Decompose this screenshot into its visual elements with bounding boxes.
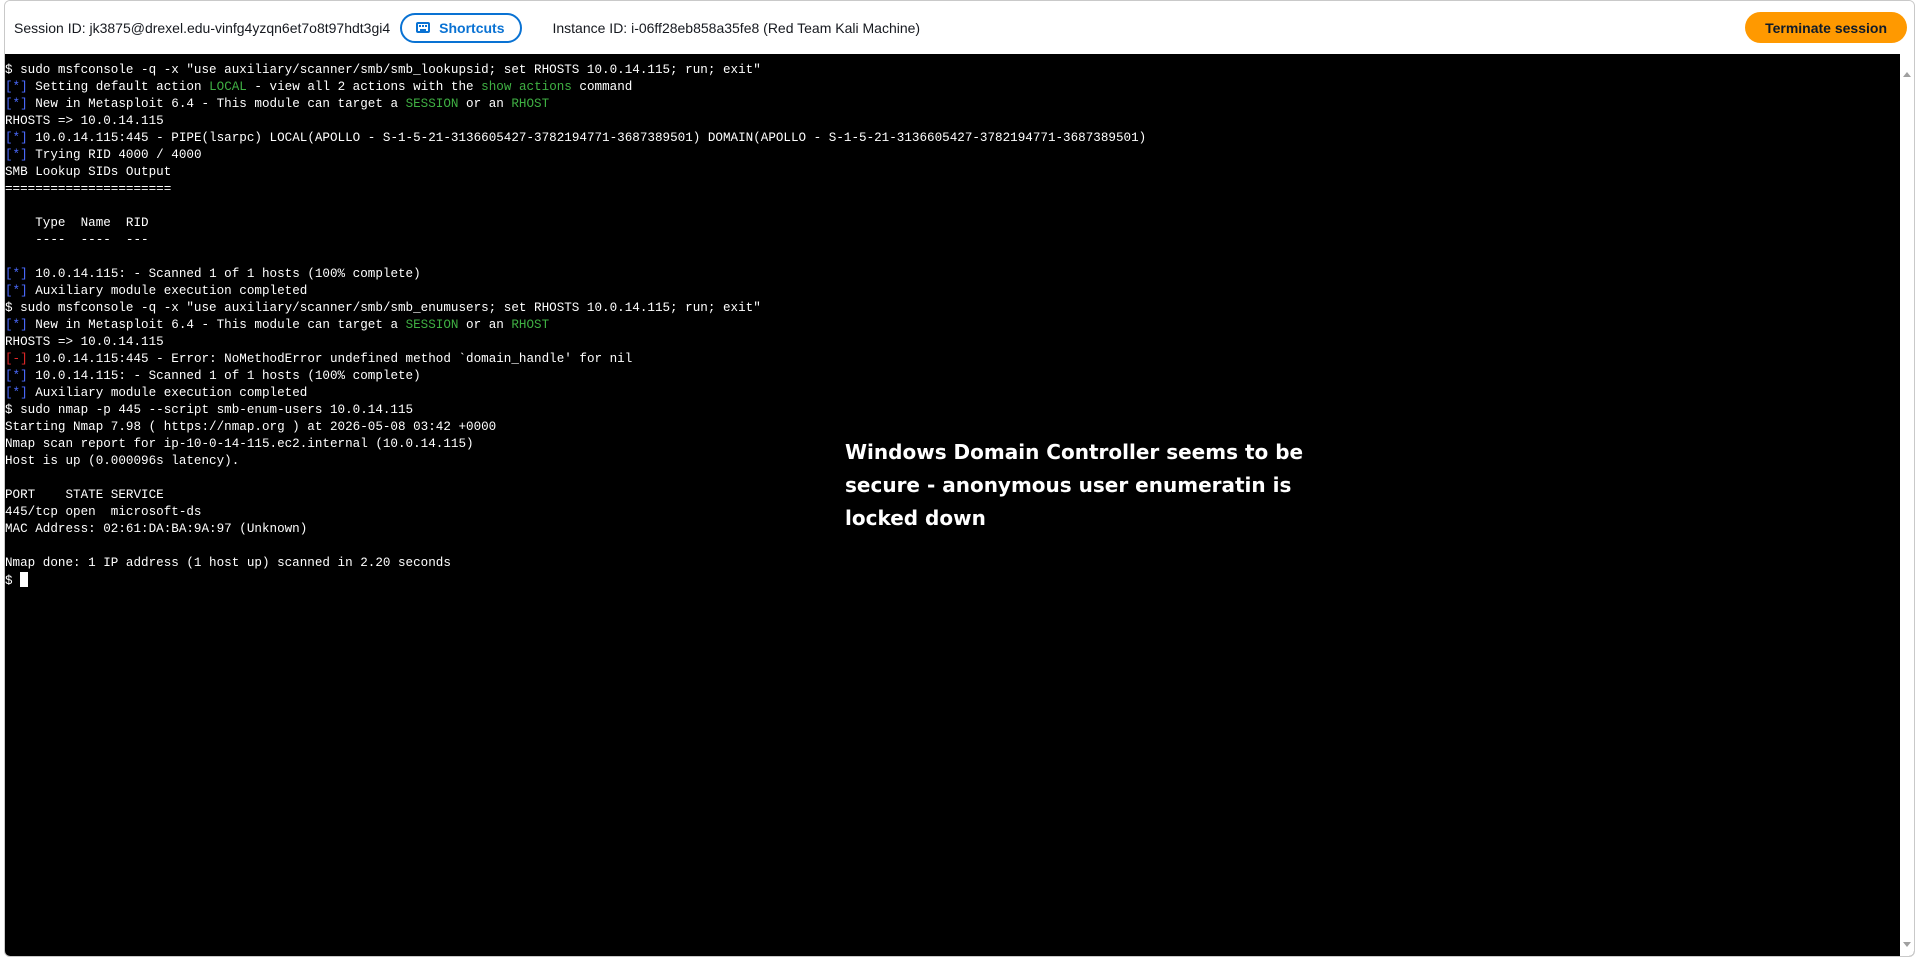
- terminal-text: 445/tcp open microsoft-ds: [5, 505, 202, 519]
- terminal-prompt-line[interactable]: $: [5, 572, 1146, 589]
- terminal-prompt: $: [5, 574, 21, 588]
- terminal-line: [*] Auxiliary module execution completed: [5, 385, 1146, 402]
- terminal-line: [*] 10.0.14.115:445 - PIPE(lsarpc) LOCAL…: [5, 130, 1146, 147]
- terminal-line: [*] Trying RID 4000 / 4000: [5, 147, 1146, 164]
- terminal-line: RHOSTS => 10.0.14.115: [5, 334, 1146, 351]
- terminal-text: RHOSTS => 10.0.14.115: [5, 114, 164, 128]
- terminal-scrollbar[interactable]: [1900, 54, 1914, 956]
- status-tag: [*]: [5, 284, 28, 298]
- terminal-text: Setting default action: [27, 80, 210, 94]
- terminal-text: or an: [458, 318, 512, 332]
- terminal-line: Nmap done: 1 IP address (1 host up) scan…: [5, 555, 1146, 572]
- terminal-text: SMB Lookup SIDs Output: [5, 165, 172, 179]
- terminal-line: ---- ---- ---: [5, 232, 1146, 249]
- terminal-line: $ sudo msfconsole -q -x "use auxiliary/s…: [5, 300, 1146, 317]
- terminal-line: [*] Setting default action LOCAL - view …: [5, 79, 1146, 96]
- terminal-text: Starting Nmap 7.98 ( https://nmap.org ) …: [5, 420, 497, 434]
- terminal-text: command: [571, 80, 633, 94]
- terminal-line: [*] 10.0.14.115: - Scanned 1 of 1 hosts …: [5, 368, 1146, 385]
- shortcuts-button-label: Shortcuts: [439, 19, 505, 36]
- status-tag: [*]: [5, 131, 28, 145]
- terminal-text: 10.0.14.115: - Scanned 1 of 1 hosts (100…: [27, 369, 421, 383]
- session-id-label: Session ID: jk3875@drexel.edu-vinfg4yzqn…: [14, 19, 391, 36]
- terminal-text: $ sudo msfconsole -q -x "use auxiliary/s…: [5, 301, 761, 315]
- instance-id-label: Instance ID: i-06ff28eb858a35fe8 (Red Te…: [552, 19, 921, 36]
- terminal-line: ======================: [5, 181, 1146, 198]
- terminal-line: $ sudo nmap -p 445 --script smb-enum-use…: [5, 402, 1146, 419]
- terminal-text: ======================: [5, 182, 172, 196]
- terminal-text: 10.0.14.115:445 - Error: NoMethodError u…: [27, 352, 633, 366]
- status-tag: [*]: [5, 97, 28, 111]
- terminal-text: MAC Address: 02:61:DA:BA:9A:97 (Unknown): [5, 522, 308, 536]
- terminal-text: PORT STATE SERVICE: [5, 488, 164, 502]
- terminal-line: [*] New in Metasploit 6.4 - This module …: [5, 317, 1146, 334]
- terminal-text: Auxiliary module execution completed: [27, 284, 308, 298]
- terminal-text: New in Metasploit 6.4 - This module can …: [27, 318, 406, 332]
- terminal-text: LOCAL: [209, 80, 247, 94]
- terminal-line: [-] 10.0.14.115:445 - Error: NoMethodErr…: [5, 351, 1146, 368]
- terminal-text: New in Metasploit 6.4 - This module can …: [27, 97, 406, 111]
- terminal-text: show actions: [481, 80, 572, 94]
- terminal-text: Nmap scan report for ip-10-0-14-115.ec2.…: [5, 437, 474, 451]
- terminal-text: Type Name RID: [5, 216, 149, 230]
- status-tag: [*]: [5, 318, 28, 332]
- scroll-down-arrow-icon[interactable]: [1903, 942, 1911, 947]
- terminal-line: [*] 10.0.14.115: - Scanned 1 of 1 hosts …: [5, 266, 1146, 283]
- terminal-line: SMB Lookup SIDs Output: [5, 164, 1146, 181]
- status-tag: [*]: [5, 267, 28, 281]
- terminal-line: $ sudo msfconsole -q -x "use auxiliary/s…: [5, 62, 1146, 79]
- terminal-text: Nmap done: 1 IP address (1 host up) scan…: [5, 556, 451, 570]
- terminal-text: 10.0.14.115: - Scanned 1 of 1 hosts (100…: [27, 267, 421, 281]
- terminal-text: RHOSTS => 10.0.14.115: [5, 335, 164, 349]
- terminal-line: RHOSTS => 10.0.14.115: [5, 113, 1146, 130]
- scroll-up-arrow-icon[interactable]: [1903, 72, 1911, 77]
- keyboard-icon: [416, 22, 431, 33]
- status-tag: [*]: [5, 386, 28, 400]
- terminal-line: [*] New in Metasploit 6.4 - This module …: [5, 96, 1146, 113]
- session-toolbar: Session ID: jk3875@drexel.edu-vinfg4yzqn…: [5, 1, 1914, 54]
- terminal-text: or an: [458, 97, 512, 111]
- terminal-text: SESSION: [405, 318, 459, 332]
- terminal-text: RHOST: [511, 318, 550, 332]
- shortcuts-button[interactable]: Shortcuts: [400, 12, 523, 43]
- annotation-note: Windows Domain Controller seems to be se…: [845, 440, 1304, 530]
- terminal[interactable]: $ sudo msfconsole -q -x "use auxiliary/s…: [5, 54, 1914, 956]
- terminal-line: Type Name RID: [5, 215, 1146, 232]
- terminal-cursor: [20, 572, 29, 587]
- error-tag: [-]: [5, 352, 28, 366]
- terminal-text: ---- ---- ---: [5, 233, 149, 247]
- terminal-text: $ sudo nmap -p 445 --script smb-enum-use…: [5, 403, 414, 417]
- terminal-text: Trying RID 4000 / 4000: [27, 148, 202, 162]
- terminate-session-button[interactable]: Terminate session: [1745, 12, 1907, 43]
- terminal-text: RHOST: [511, 97, 550, 111]
- terminal-text: Host is up (0.000096s latency).: [5, 454, 240, 468]
- terminal-text: Auxiliary module execution completed: [27, 386, 308, 400]
- terminal-text: - view all 2 actions with the: [246, 80, 482, 94]
- status-tag: [*]: [5, 369, 28, 383]
- status-tag: [*]: [5, 80, 28, 94]
- terminal-text: $ sudo msfconsole -q -x "use auxiliary/s…: [5, 63, 761, 77]
- terminal-text: 10.0.14.115:445 - PIPE(lsarpc) LOCAL(APO…: [27, 131, 1147, 145]
- terminal-line: Starting Nmap 7.98 ( https://nmap.org ) …: [5, 419, 1146, 436]
- terminal-text: SESSION: [405, 97, 459, 111]
- session-window: Session ID: jk3875@drexel.edu-vinfg4yzqn…: [4, 0, 1915, 957]
- status-tag: [*]: [5, 148, 28, 162]
- terminal-line: [*] Auxiliary module execution completed: [5, 283, 1146, 300]
